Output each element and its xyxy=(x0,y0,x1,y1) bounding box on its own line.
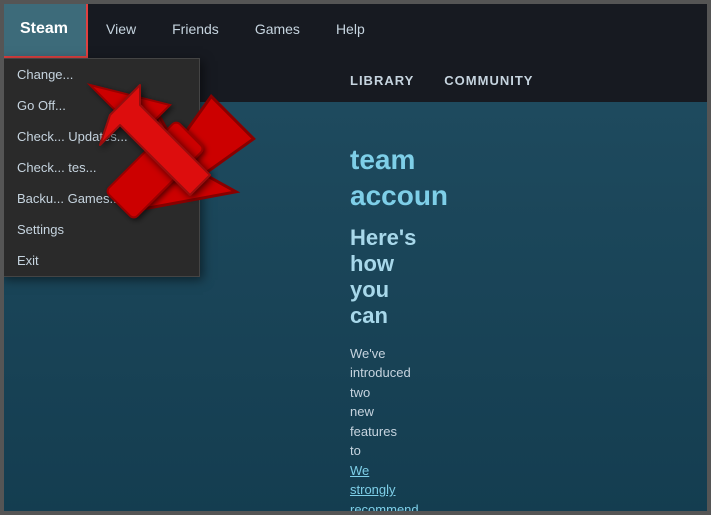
dropdown-label-settings: Settings xyxy=(17,222,64,237)
menu-item-view[interactable]: View xyxy=(88,0,154,58)
dropdown-label-check-tes: Check... tes... xyxy=(17,160,96,175)
content-body: We've introduced two new features to We … xyxy=(0,329,711,515)
help-menu-label: Help xyxy=(336,21,365,37)
view-menu-label: View xyxy=(106,21,136,37)
dropdown-item-backup-games[interactable]: Backu... Games... xyxy=(1,183,199,214)
tab-community[interactable]: COMMUNITY xyxy=(444,73,533,88)
menu-bar: Steam View Friends Games Help xyxy=(0,0,711,58)
dropdown-label-change: Change... xyxy=(17,67,73,82)
menu-item-steam[interactable]: Steam xyxy=(0,0,88,58)
dropdown-item-exit[interactable]: Exit xyxy=(1,245,199,276)
body-text: We've introduced two new features to xyxy=(350,346,411,459)
dropdown-item-check-updates[interactable]: Check... Updates... xyxy=(1,121,199,152)
subheading-text: Here's how you can xyxy=(350,225,416,328)
tab-library-label: LIBRARY xyxy=(350,73,414,88)
dropdown-item-check-tes[interactable]: Check... tes... xyxy=(1,152,199,183)
steam-menu-label: Steam xyxy=(20,20,68,38)
menu-item-help[interactable]: Help xyxy=(318,0,383,58)
dropdown-label-exit: Exit xyxy=(17,253,39,268)
dropdown-label-backup-games: Backu... Games... xyxy=(17,191,120,206)
tab-library[interactable]: LIBRARY xyxy=(350,73,414,88)
dropdown-label-check-updates: Check... Updates... xyxy=(17,129,128,144)
heading-text: team accoun xyxy=(350,144,448,211)
menu-item-games[interactable]: Games xyxy=(237,0,318,58)
dropdown-item-go-offline[interactable]: Go Off... xyxy=(1,90,199,121)
friends-menu-label: Friends xyxy=(172,21,219,37)
steam-dropdown-menu: Change... Go Off... Check... Updates... … xyxy=(0,58,200,277)
content-link[interactable]: We strongly recommend xyxy=(350,463,419,515)
games-menu-label: Games xyxy=(255,21,300,37)
dropdown-label-go-offline: Go Off... xyxy=(17,98,66,113)
tab-community-label: COMMUNITY xyxy=(444,73,533,88)
dropdown-item-change[interactable]: Change... xyxy=(1,59,199,90)
dropdown-item-settings[interactable]: Settings xyxy=(1,214,199,245)
menu-item-friends[interactable]: Friends xyxy=(154,0,237,58)
